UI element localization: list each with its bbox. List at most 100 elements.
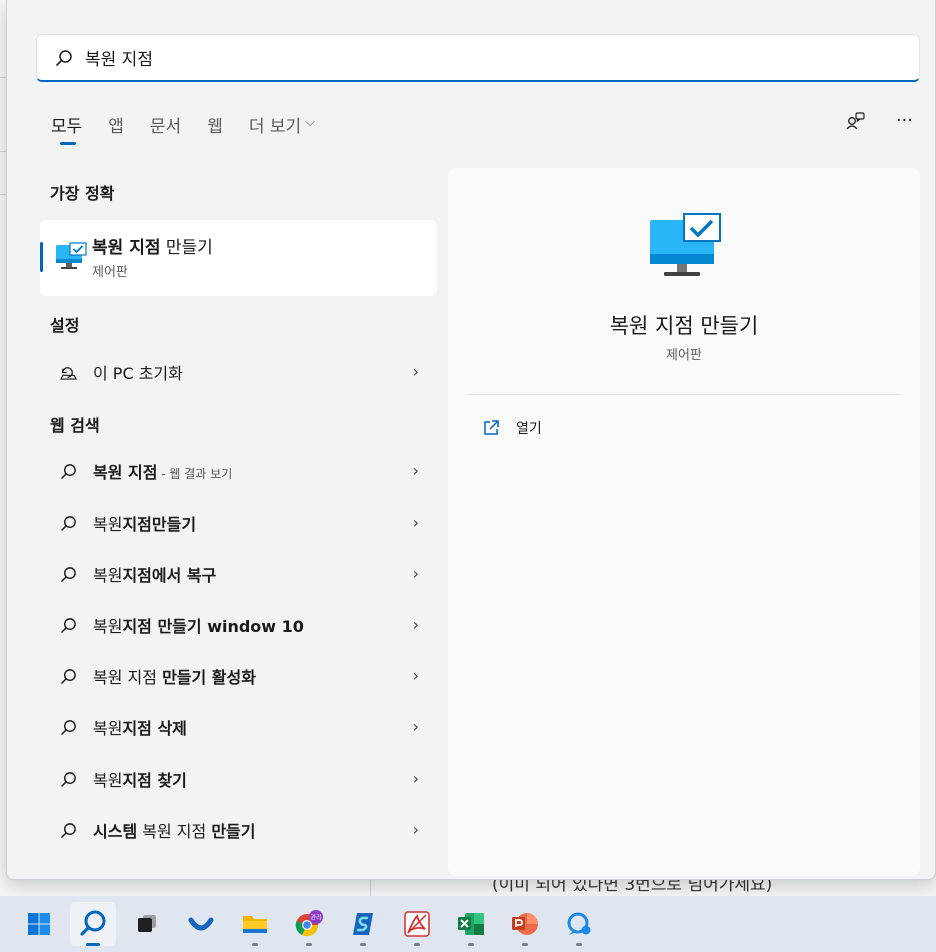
best-match-result[interactable]: 복원 지점 만들기 제어판 xyxy=(40,220,437,296)
search-icon xyxy=(57,665,79,687)
label-part: 지점만들기 xyxy=(122,515,197,534)
chevron-right-icon: › xyxy=(412,820,419,839)
taskbar-weather[interactable] xyxy=(174,896,228,952)
web-search-result[interactable]: 복원지점에서 복구 › xyxy=(40,551,437,597)
search-icon xyxy=(57,819,79,841)
start-icon xyxy=(28,913,50,935)
bg-divider xyxy=(370,880,371,896)
open-external-icon xyxy=(484,420,499,435)
tab-documents[interactable]: 문서 xyxy=(150,112,181,146)
running-indicator xyxy=(306,943,312,946)
monitor-check-icon xyxy=(650,213,721,276)
more-options-button[interactable]: ··· xyxy=(896,110,913,131)
tab-more[interactable]: 더 보기 ⌵ xyxy=(249,112,315,146)
taskbar-feedback[interactable] xyxy=(552,896,606,952)
tab-label: 더 보기 xyxy=(248,117,302,137)
search-input[interactable]: 복원 지점 xyxy=(36,34,920,82)
preview-subtitle: 제어판 xyxy=(666,348,702,363)
selection-indicator xyxy=(40,242,43,272)
file-explorer-icon xyxy=(243,916,267,933)
chevron-right-icon: › xyxy=(412,615,419,634)
open-action-label: 열기 xyxy=(516,421,542,437)
web-search-result[interactable]: 복원지점 찾기 › xyxy=(40,756,437,802)
search-flyout: 복원 지점 모두 앱 문서 웹 더 보기 ⌵ ··· 가장 정확 복원 지점 만… xyxy=(6,0,936,880)
task-view-icon xyxy=(138,915,156,932)
running-indicator xyxy=(414,943,420,946)
taskbar: 관리 xyxy=(0,896,936,952)
web-result-label: 복원지점에서 복구 xyxy=(93,562,216,586)
label-part: 복원 xyxy=(93,771,123,790)
taskbar-task-view[interactable] xyxy=(120,896,174,952)
search-icon xyxy=(57,614,79,636)
web-result-label: 복원지점만들기 xyxy=(93,511,196,535)
label-part: 만들기 xyxy=(211,822,256,841)
web-result-label: 복원지점 찾기 xyxy=(93,767,187,791)
best-match-subtitle: 제어판 xyxy=(92,265,128,280)
acrobat-icon xyxy=(404,911,430,937)
start-button[interactable] xyxy=(12,896,66,952)
tab-label: 문서 xyxy=(149,117,182,137)
tab-label: 앱 xyxy=(108,117,124,137)
tab-label: 웹 xyxy=(207,117,223,137)
label-part: 만들기 활성화 xyxy=(162,668,256,687)
web-result-label: 복원 지점 - 웹 결과 보기 xyxy=(93,459,232,483)
running-indicator xyxy=(360,943,366,946)
label-part: 복원 xyxy=(93,515,123,534)
web-result-label: 시스템 복원 지점 만들기 xyxy=(93,818,255,842)
label-part: 복원 지점 xyxy=(93,668,163,687)
title-bold: 복원 지점 xyxy=(92,238,161,258)
chevron-right-icon: › xyxy=(412,717,419,736)
running-indicator xyxy=(522,943,528,946)
web-search-result[interactable]: 복원지점 삭제 › xyxy=(40,704,437,750)
chevron-right-icon: › xyxy=(412,564,419,583)
tab-apps[interactable]: 앱 xyxy=(108,112,124,146)
app-s-icon xyxy=(353,913,373,935)
filter-tabs: 모두 앱 문서 웹 더 보기 ⌵ xyxy=(51,112,341,148)
search-icon xyxy=(56,49,72,66)
people-icon[interactable] xyxy=(846,111,866,130)
powerpoint-icon xyxy=(512,913,538,935)
web-result-label: 복원지점 만들기 window 10 xyxy=(93,613,304,637)
search-icon xyxy=(57,460,79,482)
tab-all[interactable]: 모두 xyxy=(51,112,82,146)
chevron-right-icon: › xyxy=(412,513,419,532)
feedback-icon xyxy=(567,912,591,935)
web-search-result[interactable]: 복원 지점 - 웹 결과 보기 › xyxy=(40,448,437,494)
web-search-result[interactable]: 시스템 복원 지점 만들기 › xyxy=(40,807,437,853)
taskbar-app-s[interactable] xyxy=(336,896,390,952)
chevron-right-icon: › xyxy=(412,461,419,480)
web-search-result[interactable]: 복원지점 만들기 window 10 › xyxy=(40,602,437,648)
active-indicator xyxy=(86,943,100,946)
top-actions: ··· xyxy=(846,110,913,131)
taskbar-acrobat[interactable] xyxy=(390,896,444,952)
search-icon xyxy=(57,716,79,738)
preview-pane: 복원 지점 만들기 제어판 열기 xyxy=(448,168,920,876)
open-action[interactable]: 열기 xyxy=(482,418,542,438)
web-search-result[interactable]: 복원지점만들기 › xyxy=(40,500,437,546)
section-settings: 설정 xyxy=(50,316,80,335)
preview-divider xyxy=(468,394,900,395)
label-part: 복원 지점 xyxy=(137,822,212,841)
weather-icon xyxy=(188,917,214,931)
preview-title: 복원 지점 만들기 xyxy=(609,314,759,338)
chevron-down-icon: ⌵ xyxy=(305,115,316,130)
running-indicator xyxy=(576,943,582,946)
reset-pc-icon xyxy=(57,361,79,383)
tab-web[interactable]: 웹 xyxy=(207,112,223,146)
monitor-check-icon xyxy=(56,242,87,269)
label-part: 복원 xyxy=(93,617,123,636)
web-result-label: 복원 지점 만들기 활성화 xyxy=(93,664,256,688)
web-search-result[interactable]: 복원 지점 만들기 활성화 › xyxy=(40,653,437,699)
chevron-right-icon: › xyxy=(412,666,419,685)
search-icon xyxy=(57,512,79,534)
taskbar-chrome[interactable]: 관리 xyxy=(282,896,336,952)
taskbar-excel[interactable] xyxy=(444,896,498,952)
settings-reset-pc[interactable]: 이 PC 초기화 › xyxy=(40,349,437,395)
taskbar-powerpoint[interactable] xyxy=(498,896,552,952)
search-icon xyxy=(57,563,79,585)
excel-icon xyxy=(458,913,484,935)
taskbar-search[interactable] xyxy=(66,896,120,952)
running-indicator xyxy=(468,943,474,946)
taskbar-file-explorer[interactable] xyxy=(228,896,282,952)
label-part: 지점 만들기 window 10 xyxy=(122,617,304,636)
